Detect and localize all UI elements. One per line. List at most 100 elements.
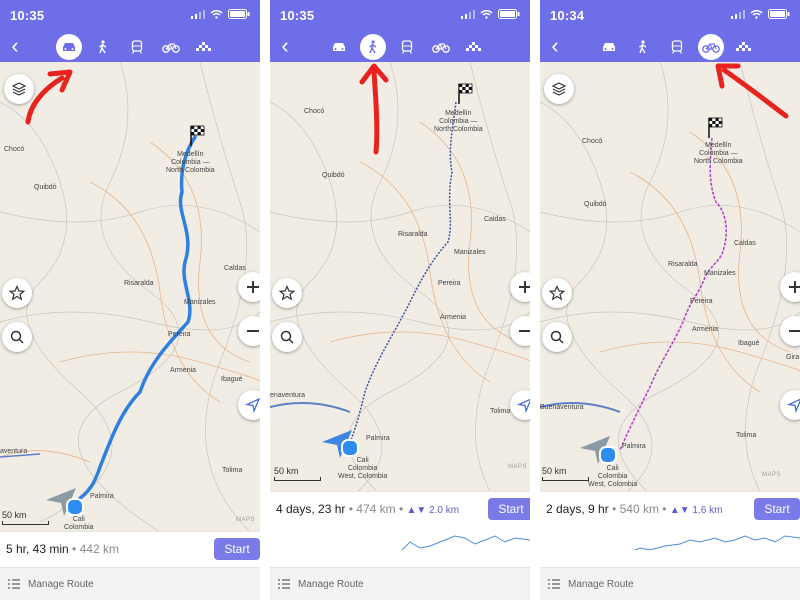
route-elevation: ▲▼ 2.0 km xyxy=(406,505,460,516)
map-label-risaralda: Risaralda xyxy=(668,261,698,268)
map-background xyxy=(270,62,530,532)
mode-train-button[interactable] xyxy=(394,34,420,60)
map-label-caldas: Caldas xyxy=(484,216,506,223)
mode-car-button[interactable] xyxy=(56,34,82,60)
mode-bike-button[interactable] xyxy=(428,34,454,60)
route-summary-sheet: 2 days, 9 hr • 540 km • ▲▼ 1.6 km Start … xyxy=(540,491,800,600)
zoom-in-button[interactable] xyxy=(238,272,260,302)
route-map[interactable]: Chocó Quibdó Medellín Colombia — North C… xyxy=(270,62,530,532)
map-label-cali: Cali Colombia xyxy=(64,516,94,531)
route-distance: 540 km xyxy=(619,502,659,516)
star-icon xyxy=(9,285,25,301)
wifi-icon xyxy=(480,10,493,19)
maps-credit: MAPS xyxy=(508,464,528,470)
mode-walk-button[interactable] xyxy=(360,34,386,60)
transport-mode-bar: ‹ xyxy=(270,32,530,62)
mode-car-button[interactable] xyxy=(326,34,352,60)
layers-button[interactable] xyxy=(544,74,574,104)
map-label-manizales: Manizales xyxy=(184,299,216,306)
mode-train-button[interactable] xyxy=(664,34,690,60)
map-label-caldas: Caldas xyxy=(734,240,756,247)
start-button[interactable]: Start xyxy=(754,498,800,520)
favorites-button[interactable] xyxy=(542,278,572,308)
manage-route-button[interactable]: Manage Route xyxy=(0,567,260,600)
search-button[interactable] xyxy=(542,322,572,352)
route-distance: 474 km xyxy=(356,502,396,516)
map-label-pereira: Pereira xyxy=(168,331,191,338)
train-icon xyxy=(671,40,683,54)
search-button[interactable] xyxy=(272,322,302,352)
map-background xyxy=(0,62,260,532)
manage-route-button[interactable]: Manage Route xyxy=(540,567,800,600)
map-scale: 50 km xyxy=(2,510,49,525)
car-icon xyxy=(63,43,75,51)
signal-icon xyxy=(731,9,745,19)
search-icon xyxy=(550,330,564,344)
start-button[interactable]: Start xyxy=(488,498,530,520)
map-label-choco: Chocó xyxy=(4,146,25,153)
train-icon xyxy=(131,40,143,54)
plus-icon xyxy=(789,281,800,293)
route-duration: 2 days, 9 hr xyxy=(546,502,609,516)
mode-bike-button[interactable] xyxy=(158,34,184,60)
mode-selector xyxy=(596,34,758,60)
route-summary-sheet: 5 hr, 43 min • 442 km Start Manage Route xyxy=(0,531,260,600)
mode-car-button[interactable] xyxy=(596,34,622,60)
status-icons xyxy=(731,9,790,19)
bike-icon xyxy=(702,43,720,53)
search-button[interactable] xyxy=(2,322,32,352)
back-chevron-icon[interactable]: ‹ xyxy=(544,35,566,59)
maps-credit: MAPS xyxy=(236,517,256,523)
current-location-dot xyxy=(599,446,617,464)
map-label-buenaventura: enaventura xyxy=(270,392,306,399)
favorites-button[interactable] xyxy=(272,278,302,308)
mode-taxi-button[interactable] xyxy=(732,34,758,60)
map-label-tolima: Tolima xyxy=(736,432,757,439)
mode-walk-button[interactable] xyxy=(90,34,116,60)
destination-flag-icon xyxy=(458,83,473,104)
destination-flag-icon xyxy=(190,125,205,146)
transport-mode-bar: ‹ xyxy=(540,32,800,62)
route-summary-sheet: 4 days, 23 hr • 474 km • ▲▼ 2.0 km Start… xyxy=(270,491,530,600)
map-label-palmira: Palmira xyxy=(90,493,114,500)
map-label-cali: Cali Colombia West, Colombia xyxy=(338,457,388,480)
zoom-out-button[interactable] xyxy=(238,316,260,346)
mode-selector xyxy=(56,34,218,60)
mode-taxi-button[interactable] xyxy=(192,34,218,60)
mode-walk-button[interactable] xyxy=(630,34,656,60)
route-map[interactable]: Chocó Quibdó Medellín Colombia — North C… xyxy=(0,62,260,532)
map-label-quibdo: Quibdó xyxy=(34,184,57,191)
signal-icon xyxy=(191,9,205,19)
status-icons xyxy=(461,9,520,19)
status-bar: 10:35 xyxy=(270,0,530,32)
train-icon xyxy=(401,40,413,54)
mode-bike-button[interactable] xyxy=(698,34,724,60)
plus-icon xyxy=(519,281,530,293)
map-scale: 50 km xyxy=(542,466,589,481)
car-icon xyxy=(603,43,615,51)
favorites-button[interactable] xyxy=(2,278,32,308)
scale-label: 50 km xyxy=(274,466,299,476)
map-label-quibdo: Quibdó xyxy=(322,172,345,179)
layers-icon xyxy=(551,82,567,96)
map-label-quibdo: Quibdó xyxy=(584,201,607,208)
mode-taxi-button[interactable] xyxy=(462,34,488,60)
elevation-profile xyxy=(401,535,530,550)
route-duration: 5 hr, 43 min xyxy=(6,542,69,556)
list-icon xyxy=(278,579,290,589)
start-button[interactable]: Start xyxy=(214,538,260,560)
route-map[interactable]: Chocó Quibdó Medellín Colombia — North C… xyxy=(540,62,800,532)
my-location-button[interactable] xyxy=(238,390,260,420)
map-label-ibague: Ibagué xyxy=(738,340,760,347)
back-chevron-icon[interactable]: ‹ xyxy=(274,35,296,59)
scale-label: 50 km xyxy=(542,466,567,476)
mode-train-button[interactable] xyxy=(124,34,150,60)
map-label-armenia: Armenia xyxy=(692,326,719,333)
scale-label: 50 km xyxy=(2,510,27,520)
battery-icon xyxy=(228,9,250,19)
back-chevron-icon[interactable]: ‹ xyxy=(4,35,26,59)
walk-icon xyxy=(369,40,377,54)
manage-route-button[interactable]: Manage Route xyxy=(270,567,530,600)
maps-credit: MAPS xyxy=(762,472,782,478)
status-bar: 10:35 xyxy=(0,0,260,32)
